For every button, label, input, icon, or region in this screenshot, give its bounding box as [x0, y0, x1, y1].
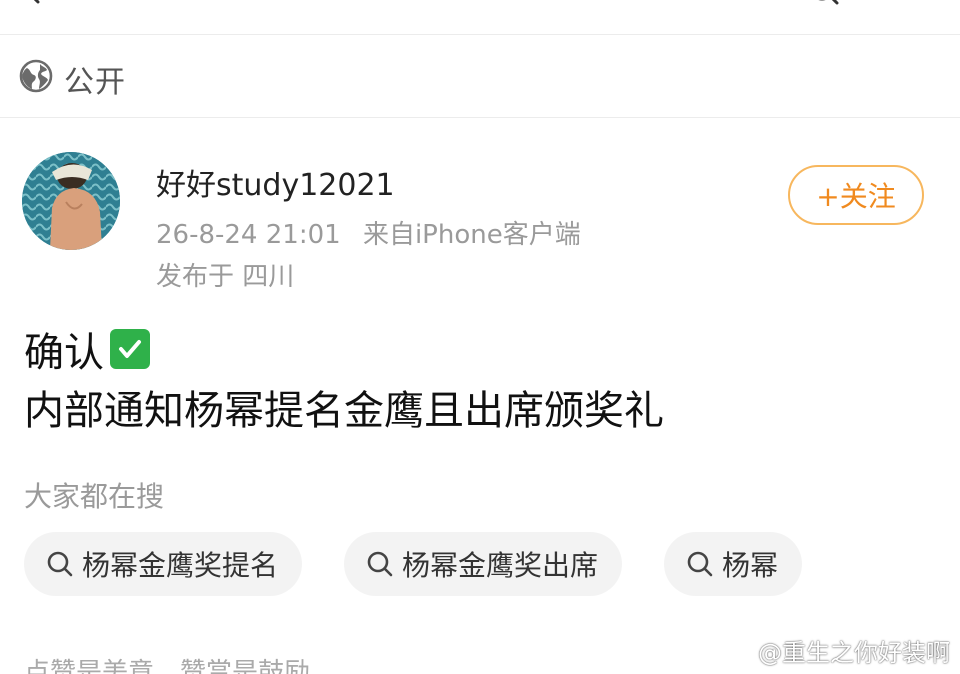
visibility-label: 公开: [64, 65, 126, 100]
username[interactable]: 好好study12021: [156, 160, 395, 204]
search-chip[interactable]: 杨幂金鹰奖出席: [344, 532, 623, 596]
back-icon[interactable]: [24, 0, 46, 4]
search-chip[interactable]: 杨幂: [664, 532, 803, 596]
weibo-post-screen: 公开 好好study12021 26-8-24 21:01 来自iPhone客户…: [0, 0, 960, 674]
post-time: 26-8-24 21:01: [156, 220, 341, 250]
top-nav-bar: [0, 0, 960, 35]
search-icon[interactable]: [806, 0, 840, 6]
globe-icon: [19, 59, 53, 93]
search-icon: [367, 551, 393, 577]
search-chip-label: 杨幂: [722, 549, 779, 582]
search-icon: [47, 551, 73, 577]
hot-search-label: 大家都在搜: [24, 480, 165, 513]
search-chip[interactable]: 杨幂金鹰奖提名: [24, 532, 303, 596]
post-text-line-1: 确认: [24, 320, 150, 378]
check-mark-icon: [110, 329, 150, 369]
avatar[interactable]: [22, 152, 120, 250]
post-meta: 26-8-24 21:01 来自iPhone客户端: [156, 214, 581, 251]
follow-button[interactable]: +关注: [788, 165, 924, 225]
search-chip-label: 杨幂金鹰奖提名: [82, 549, 279, 582]
watermark: @重生之你好装啊: [724, 634, 950, 667]
post-text-line-2: 内部通知杨幂提名金鹰且出席颁奖礼: [24, 388, 664, 434]
search-icon: [687, 551, 713, 577]
nav-title-fragment: [392, 0, 572, 4]
post-source: 来自iPhone客户端: [362, 220, 581, 250]
search-chip-label: 杨幂金鹰奖出席: [402, 549, 599, 582]
post-location: 发布于 四川: [156, 262, 295, 292]
reward-hint-text: 点赞是美意，赞赏是鼓励: [24, 658, 311, 674]
post-text-confirm: 确认: [24, 330, 104, 376]
visibility-row: [0, 35, 960, 118]
weibo-logo-icon: [725, 640, 752, 662]
watermark-text: @重生之你好装啊: [758, 638, 950, 667]
